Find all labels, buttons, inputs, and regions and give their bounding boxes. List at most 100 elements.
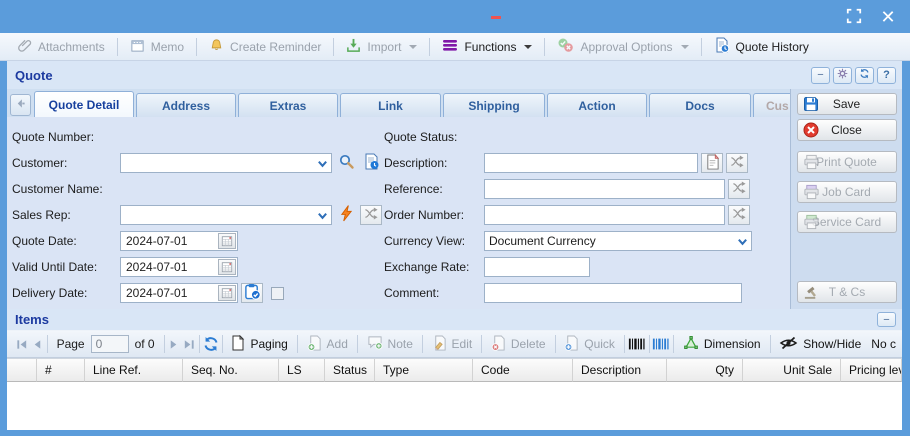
chevron-down-icon — [737, 236, 748, 250]
quote-minimize-button[interactable]: − — [811, 67, 830, 84]
column-header-number[interactable]: # — [37, 359, 85, 382]
add-line-button[interactable]: Add — [301, 333, 354, 355]
barcode-scan-button[interactable] — [652, 333, 670, 355]
create-reminder-button[interactable]: Create Reminder — [200, 35, 330, 59]
column-header-pricing-level[interactable]: Pricing level — [841, 359, 902, 382]
quote-window: ✕ Attachments Memo Create Reminder Impor… — [0, 0, 910, 436]
tab-extras[interactable]: Extras — [238, 93, 338, 117]
memo-button[interactable]: Memo — [121, 35, 193, 59]
close-window-button[interactable]: ✕ — [878, 7, 898, 27]
last-page-button[interactable] — [182, 333, 196, 355]
approval-options-button[interactable]: Approval Options — [548, 35, 697, 59]
memo-label: Memo — [151, 40, 184, 54]
quote-date-field[interactable]: 2024-07-01 — [120, 231, 238, 251]
order-number-label: Order Number: — [384, 208, 484, 222]
quick-add-button[interactable]: Quick — [558, 333, 621, 355]
sales-rep-combobox[interactable] — [120, 205, 332, 225]
functions-button[interactable]: Functions — [433, 35, 541, 59]
delivery-date-field[interactable]: 2024-07-01 — [120, 283, 238, 303]
service-card-button[interactable]: Service Card — [797, 211, 897, 233]
tab-docs[interactable]: Docs — [649, 93, 751, 117]
column-header-code[interactable]: Code — [473, 359, 573, 382]
customer-info-button[interactable] — [360, 153, 382, 173]
tab-link[interactable]: Link — [340, 93, 441, 117]
show-hide-button[interactable]: Show/Hide — [773, 333, 867, 355]
previous-page-button[interactable] — [29, 333, 43, 355]
calendar-icon — [221, 287, 233, 299]
save-button[interactable]: Save — [797, 93, 897, 115]
sales-rep-auto-button[interactable] — [335, 205, 357, 225]
close-button[interactable]: Close — [797, 119, 897, 141]
customer-search-button[interactable] — [335, 153, 357, 173]
job-card-button[interactable]: Job Card — [797, 181, 897, 203]
page-number-input[interactable] — [91, 335, 129, 353]
exchange-rate-input[interactable] — [484, 257, 590, 277]
toolbar-separator — [649, 335, 650, 353]
tab-scroll-left-button[interactable] — [10, 94, 31, 116]
column-header-ls[interactable]: LS — [279, 359, 325, 382]
delivery-date-checkbox[interactable] — [271, 287, 284, 300]
bell-icon — [209, 38, 224, 56]
barcode-button[interactable] — [628, 333, 646, 355]
delivery-date-picker-button[interactable] — [218, 285, 236, 301]
quote-settings-button[interactable] — [833, 67, 852, 84]
quote-help-button[interactable]: ? — [877, 67, 896, 84]
tab-shipping[interactable]: Shipping — [443, 93, 545, 117]
toolbar-separator — [481, 335, 482, 353]
maximize-button[interactable] — [844, 7, 864, 27]
quote-date-picker-button[interactable] — [218, 233, 236, 249]
import-button[interactable]: Import — [337, 35, 426, 59]
edit-label: Edit — [452, 337, 473, 351]
tab-customer-clipped[interactable]: Cus — [753, 93, 790, 117]
refresh-grid-button[interactable] — [203, 333, 219, 355]
note-button[interactable]: Note — [361, 333, 419, 355]
quote-history-button[interactable]: Quote History — [705, 35, 818, 59]
valid-until-date-picker-button[interactable] — [218, 259, 236, 275]
quote-refresh-button[interactable] — [855, 67, 874, 84]
currency-view-select[interactable]: Document Currency — [484, 231, 752, 251]
dimension-button[interactable]: Dimension — [677, 333, 767, 355]
order-number-input[interactable] — [484, 205, 725, 225]
delete-line-button[interactable]: Delete — [485, 333, 552, 355]
reference-shuffle-button[interactable] — [728, 179, 750, 199]
edit-line-button[interactable]: Edit — [426, 333, 479, 355]
lightning-icon — [339, 205, 354, 225]
comment-input[interactable] — [484, 283, 742, 303]
approval-options-label: Approval Options — [580, 40, 672, 54]
toolbar-separator — [701, 38, 702, 56]
paging-button[interactable]: Paging — [225, 333, 293, 355]
column-header-seq-no[interactable]: Seq. No. — [183, 359, 279, 382]
delivery-schedule-button[interactable] — [241, 283, 263, 303]
tab-action[interactable]: Action — [547, 93, 647, 117]
column-header-status[interactable]: Status — [325, 359, 375, 382]
customer-info-icon — [363, 153, 380, 173]
valid-until-date-label: Valid Until Date: — [12, 260, 120, 274]
customer-combobox[interactable] — [120, 153, 332, 173]
order-number-shuffle-button[interactable] — [728, 205, 750, 225]
reference-input[interactable] — [484, 179, 725, 199]
valid-until-date-field[interactable]: 2024-07-01 — [120, 257, 238, 277]
functions-label: Functions — [464, 40, 516, 54]
description-shuffle-button[interactable] — [726, 153, 748, 173]
first-page-button[interactable] — [15, 333, 29, 355]
tab-quote-detail[interactable]: Quote Detail — [34, 91, 134, 117]
print-quote-button[interactable]: Print Quote — [797, 151, 897, 173]
items-minimize-button[interactable]: − — [877, 312, 896, 327]
column-header-line-ref[interactable]: Line Ref. — [85, 359, 183, 382]
tab-address[interactable]: Address — [136, 93, 236, 117]
no-charge-button[interactable]: No c — [867, 333, 902, 355]
terms-button[interactable]: T & Cs — [797, 281, 897, 303]
description-input[interactable] — [484, 153, 698, 173]
column-header-qty[interactable]: Qty — [667, 359, 743, 382]
column-header-type[interactable]: Type — [375, 359, 473, 382]
attachments-button[interactable]: Attachments — [8, 35, 114, 59]
column-header-description[interactable]: Description — [573, 359, 667, 382]
quote-main: Quote Detail Address Extras Link Shippin… — [7, 89, 902, 309]
quote-detail-form: Quote Number: Customer: — [7, 117, 790, 309]
next-page-button[interactable] — [167, 333, 181, 355]
column-header-unit-sale[interactable]: Unit Sale — [743, 359, 841, 382]
sales-rep-shuffle-button[interactable] — [360, 205, 382, 225]
description-notes-button[interactable] — [701, 153, 723, 173]
currency-view-value: Document Currency — [489, 234, 596, 248]
shuffle-icon — [729, 154, 745, 172]
